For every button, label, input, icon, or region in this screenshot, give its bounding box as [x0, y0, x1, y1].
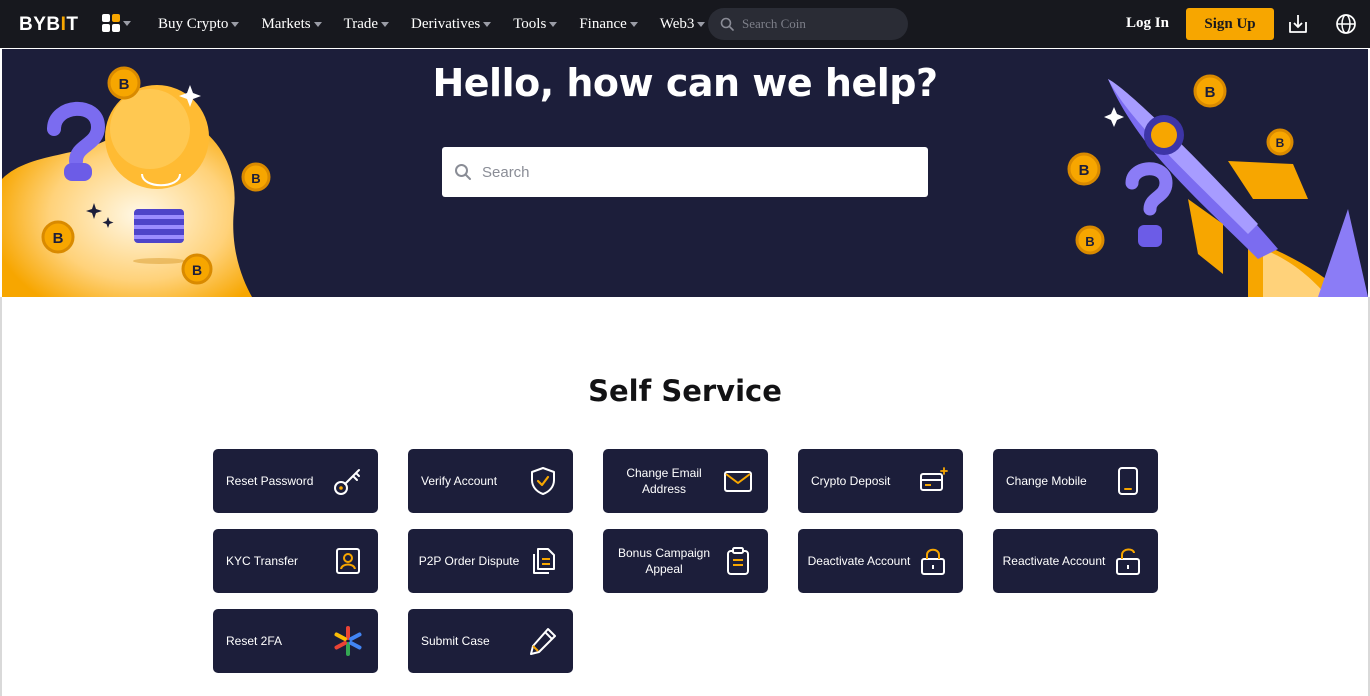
menu-label: Finance: [579, 15, 627, 32]
clipboard-icon: [727, 547, 749, 575]
apps-menu-button[interactable]: [102, 14, 131, 32]
signup-button[interactable]: Sign Up: [1186, 8, 1274, 40]
login-link[interactable]: Log In: [1126, 15, 1169, 32]
menu-tools[interactable]: Tools: [513, 15, 558, 33]
menu-label: Markets: [261, 15, 311, 32]
card-label: Reactivate Account: [1002, 554, 1106, 568]
menu-derivatives[interactable]: Derivatives: [411, 15, 492, 33]
bybit-logo[interactable]: BYBIT: [19, 14, 79, 36]
self-service-title: Self Service: [588, 374, 782, 408]
documents-icon: [533, 548, 555, 574]
help-hero-banner: B B B B Hello, how can we help? Search B…: [2, 49, 1368, 297]
coin-search-box[interactable]: [708, 8, 908, 40]
card-reactivate-account[interactable]: Reactivate Account: [993, 529, 1158, 593]
svg-text:B: B: [1276, 136, 1285, 150]
menu-buy-crypto[interactable]: Buy Crypto: [158, 15, 240, 33]
envelope-icon: [724, 471, 752, 492]
menu-label: Tools: [513, 15, 547, 32]
lock-closed-icon: [921, 548, 945, 575]
svg-text:B: B: [53, 230, 64, 247]
card-reset-password[interactable]: Reset Password: [213, 449, 378, 513]
card-label: P2P Order Dispute: [418, 554, 520, 568]
pencil-icon: [530, 628, 556, 655]
svg-text:B: B: [1205, 84, 1216, 101]
menu-web3[interactable]: Web3: [660, 16, 706, 33]
card-label: Submit Case: [421, 634, 490, 648]
card-crypto-deposit[interactable]: Crypto Deposit: [798, 449, 963, 513]
shield-check-icon: [531, 467, 555, 495]
card-p2p-order-dispute[interactable]: P2P Order Dispute: [408, 529, 573, 593]
card-reset-2fa[interactable]: Reset 2FA: [213, 609, 378, 673]
menu-finance[interactable]: Finance: [579, 15, 638, 33]
help-search-input[interactable]: [482, 163, 922, 181]
rocket-illustration: B B B B: [1067, 74, 1368, 297]
google-authenticator-icon: [334, 626, 362, 656]
card-label: Reset 2FA: [226, 634, 283, 648]
svg-text:B: B: [251, 171, 260, 186]
card-kyc-transfer[interactable]: KYC Transfer: [213, 529, 378, 593]
card-bonus-campaign-appeal[interactable]: Bonus Campaign Appeal: [603, 529, 768, 593]
card-change-mobile[interactable]: Change Mobile: [993, 449, 1158, 513]
card-label: KYC Transfer: [226, 554, 299, 568]
chevron-down-icon: [549, 21, 558, 27]
card-change-email[interactable]: Change Email Address: [603, 449, 768, 513]
apps-grid-icon: [102, 14, 120, 32]
svg-text:B: B: [1079, 162, 1090, 179]
download-icon[interactable]: [1287, 13, 1309, 35]
menu-label: Web3: [659, 15, 695, 32]
main-menu: Buy Crypto Markets Trade Derivatives Too…: [158, 0, 727, 48]
help-search-box[interactable]: [442, 147, 928, 197]
card-label: Change Email Address: [626, 466, 702, 496]
card-deposit-icon: [920, 467, 948, 491]
chevron-down-icon: [313, 21, 322, 27]
coin-search-input[interactable]: [742, 16, 892, 32]
lock-open-icon: [1116, 548, 1140, 575]
search-icon: [720, 17, 734, 31]
menu-label: Derivatives: [411, 15, 481, 32]
chevron-down-icon: [381, 21, 390, 27]
globe-icon[interactable]: [1335, 13, 1357, 35]
left-frame-border: [0, 297, 2, 696]
search-icon: [455, 164, 471, 180]
card-label: Crypto Deposit: [811, 474, 891, 488]
chevron-down-icon: [231, 21, 240, 27]
card-label: Verify Account: [421, 474, 498, 488]
svg-text:B: B: [1085, 234, 1094, 249]
card-verify-account[interactable]: Verify Account: [408, 449, 573, 513]
menu-label: Buy Crypto: [158, 15, 229, 32]
chevron-down-icon: [697, 21, 706, 27]
key-icon: [334, 469, 360, 495]
chevron-down-icon: [483, 21, 492, 27]
card-label: Reset Password: [226, 474, 314, 488]
id-portrait-icon: [336, 548, 360, 574]
chevron-down-icon: [629, 21, 638, 27]
menu-label: Trade: [343, 15, 379, 32]
card-label: Change Mobile: [1006, 474, 1087, 488]
chevron-down-icon: [123, 20, 131, 26]
card-deactivate-account[interactable]: Deactivate Account: [798, 529, 963, 593]
card-submit-case[interactable]: Submit Case: [408, 609, 573, 673]
mobile-phone-icon: [1118, 467, 1138, 495]
card-label: Deactivate Account: [807, 554, 911, 568]
card-label: Bonus Campaign Appeal: [617, 546, 711, 576]
svg-text:B: B: [192, 262, 202, 278]
menu-markets[interactable]: Markets: [261, 15, 322, 33]
menu-trade[interactable]: Trade: [343, 15, 390, 33]
top-navigation-bar: BYBIT Buy Crypto Markets Trade Derivativ…: [0, 0, 1370, 48]
